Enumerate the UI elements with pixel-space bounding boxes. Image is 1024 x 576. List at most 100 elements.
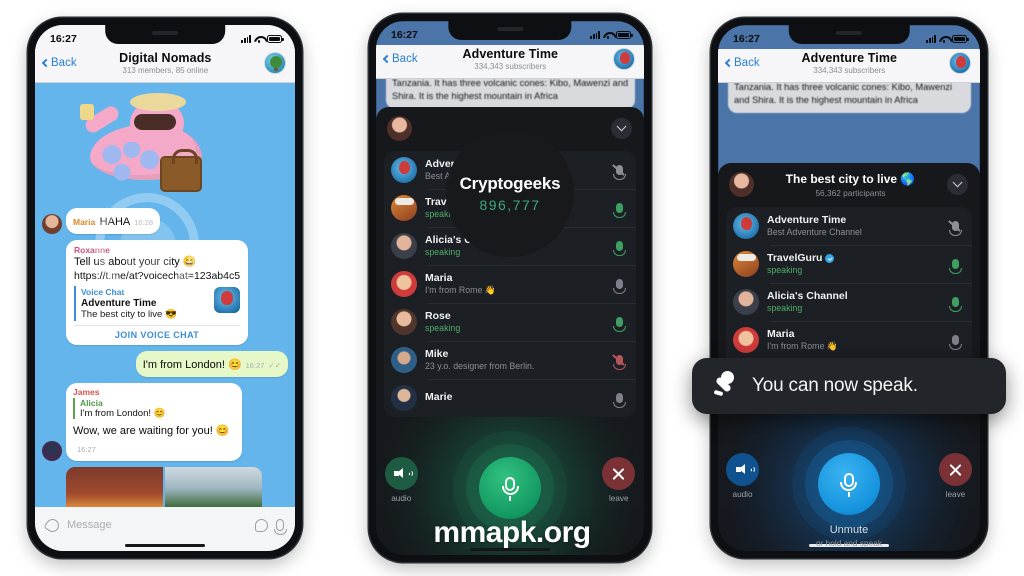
channel-avatar-balloon-icon[interactable] (613, 48, 635, 70)
back-button[interactable]: Back (41, 57, 77, 69)
chat-title: Digital Nomads (119, 51, 212, 65)
unmute-label: Unmute (829, 524, 869, 536)
phone-1-screen: 16:27 Back Digital Nomads 313 members, 8… (35, 25, 295, 551)
microphone-icon (479, 457, 541, 519)
group-avatar-tree-icon[interactable] (264, 52, 286, 74)
sender-name: Roxanne (74, 245, 110, 255)
participant-status: I'm from Rome 👋 (425, 284, 496, 295)
message-time: 16:27 (77, 445, 96, 455)
leave-button[interactable]: leave (593, 457, 644, 503)
mic-status-icon[interactable] (611, 202, 627, 218)
notch (788, 25, 910, 44)
speaker-icon (384, 457, 418, 490)
channel-avatar-balloon-icon[interactable] (949, 52, 971, 74)
participant-row[interactable]: TravelGuru speaking (726, 244, 972, 283)
leave-button[interactable]: leave (931, 453, 980, 499)
chat-header: Back Digital Nomads 313 members, 85 onli… (35, 49, 295, 83)
voice-chat-desc: The best city to live 😎 (81, 309, 177, 321)
back-button[interactable]: Back (724, 57, 760, 69)
chevron-left-icon (41, 58, 51, 68)
voice-chat-panel: The best city to live 🌎 56,362 participa… (718, 163, 980, 551)
phone-2: 🏔 Mount Kilimanjaro is a dormant volcano… (369, 14, 651, 562)
voice-chat-label: Voice Chat (81, 287, 125, 298)
participant-name: TravelGuru (767, 252, 823, 264)
chat-title-block[interactable]: Adventure Time 334,343 subscribers (756, 51, 943, 75)
verified-badge-icon (825, 253, 835, 263)
phone-3-screen: 🏔 Mount Kilimanjaro is a dormant volcano… (718, 25, 980, 551)
mic-status-icon[interactable] (611, 240, 627, 256)
sticker-icon[interactable] (255, 518, 268, 532)
mic-status-icon[interactable] (947, 219, 963, 236)
avatar-marie-icon (391, 384, 417, 411)
balloon-thumb-icon (214, 287, 241, 314)
avatar-adventure-icon (733, 212, 759, 239)
message-time: 16:28 (134, 218, 154, 227)
participant-row[interactable]: Rose speaking (384, 302, 636, 341)
mic-status-icon[interactable] (947, 258, 963, 274)
status-time: 16:27 (50, 32, 77, 45)
wifi-icon (603, 31, 613, 39)
participant-row[interactable]: Marie (384, 378, 636, 417)
audio-button[interactable]: audio (718, 453, 767, 499)
chevron-down-icon[interactable] (611, 118, 632, 140)
avatar-maria-icon[interactable] (42, 214, 62, 234)
group-call-overlay: Cryptogeeks 896,777 (446, 129, 574, 257)
voice-chat-card[interactable]: Voice Chat Adventure Time The best city … (74, 286, 241, 322)
quoted-message[interactable]: Alicia I'm from London! 😊 (73, 398, 235, 420)
microphone-icon (817, 453, 880, 515)
message-row: James Alicia I'm from London! 😊 Wow, we … (42, 383, 288, 462)
avatar-host-icon[interactable] (729, 172, 754, 198)
unmute-button[interactable]: Unmute or hold and speak (797, 453, 901, 548)
message-bubble[interactable]: James Alicia I'm from London! 😊 Wow, we … (66, 383, 242, 462)
message-row: Roxanne Tell us about your city 😄 https:… (66, 240, 288, 346)
message-list[interactable]: Maria HAHA 16:28 Roxanne Tell us about yo… (35, 80, 295, 524)
sticker-pink-traveler-icon (72, 84, 222, 202)
message-row: Maria HAHA 16:28 (42, 208, 288, 234)
chat-title: Adventure Time (801, 51, 898, 65)
voice-chat-title: Adventure Time (81, 297, 157, 309)
mic-status-icon[interactable] (611, 392, 627, 408)
avatar-adventure-icon (391, 156, 417, 183)
mic-status-icon[interactable] (947, 334, 963, 350)
status-time: 16:27 (391, 28, 418, 41)
audio-button[interactable]: audio (376, 457, 427, 503)
unmute-sublabel: or hold and speak (816, 538, 882, 548)
microphone-icon[interactable] (274, 519, 287, 535)
mic-status-icon[interactable] (611, 316, 627, 332)
avatar-maria-icon (733, 326, 759, 353)
avatar-alicia-icon (391, 232, 417, 259)
message-bubble-outgoing[interactable]: I'm from London! 😊 16:27 ✓✓ (135, 351, 288, 378)
chat-subtitle: 313 members, 85 online (122, 66, 209, 75)
avatar-host-icon[interactable] (387, 116, 412, 142)
avatar-james-icon[interactable] (42, 441, 62, 462)
chevron-down-icon[interactable] (947, 174, 968, 196)
wifi-icon (939, 35, 949, 43)
mic-status-icon[interactable] (611, 278, 627, 294)
wifi-icon (254, 35, 264, 43)
message-bubble[interactable]: Maria HAHA 16:28 (66, 208, 161, 234)
participant-row[interactable]: Maria I'm from Rome 👋 (726, 320, 972, 359)
participant-status: speaking (425, 323, 461, 333)
quote-sender: Alicia (80, 398, 103, 409)
join-voice-chat-button[interactable]: JOIN VOICE CHAT (74, 325, 241, 340)
participant-row[interactable]: Mike 23 y.o. designer from Berlin. (384, 340, 636, 379)
back-button[interactable]: Back (382, 53, 418, 65)
invite-link[interactable]: https://t.me/at?voicechat=123ab4c5 (74, 270, 240, 284)
attachment-icon[interactable] (43, 515, 62, 535)
signal-icon (590, 31, 600, 39)
mic-status-icon[interactable] (947, 296, 963, 312)
avatar-alicia-icon (733, 288, 759, 315)
mic-status-icon[interactable] (611, 163, 627, 180)
chat-title-block[interactable]: Digital Nomads 313 members, 85 online (73, 51, 258, 75)
voice-chat-invite-bubble[interactable]: Roxanne Tell us about your city 😄 https:… (66, 240, 249, 346)
participant-status: I'm from Rome 👋 (767, 340, 838, 351)
chat-title-block[interactable]: Adventure Time 334,343 subscribers (414, 47, 607, 71)
message-input[interactable]: Message (67, 519, 247, 531)
speak-permission-toast: You can now speak. (692, 358, 1006, 414)
participant-row[interactable]: Maria I'm from Rome 👋 (384, 264, 636, 303)
participant-row[interactable]: Adventure Time Best Adventure Channel (726, 207, 972, 245)
mic-status-icon[interactable] (611, 353, 627, 370)
participant-row[interactable]: Alicia's Channel speaking (726, 282, 972, 321)
battery-icon (267, 34, 284, 43)
phone-1: 16:27 Back Digital Nomads 313 members, 8… (28, 18, 302, 558)
